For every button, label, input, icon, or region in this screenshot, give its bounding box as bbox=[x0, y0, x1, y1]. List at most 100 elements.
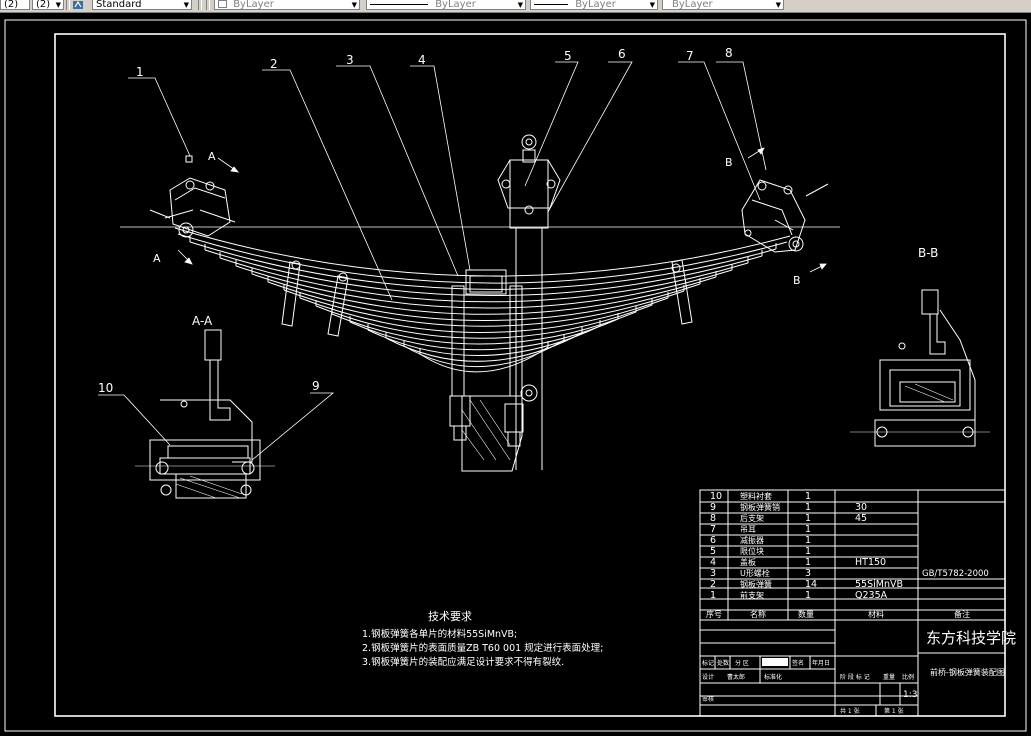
section-bb-view bbox=[850, 289, 990, 447]
toolbar-separator bbox=[206, 0, 210, 10]
part-name: 前支架 bbox=[740, 590, 764, 600]
part-qty: 1 bbox=[805, 535, 811, 546]
part-no: 8 bbox=[710, 513, 716, 524]
balloon-7: 7 bbox=[686, 49, 694, 63]
part-name: 钢板弹簧 bbox=[740, 579, 772, 589]
leaf-spring bbox=[174, 227, 791, 373]
part-qty: 1 bbox=[805, 524, 811, 535]
lineweight-preview bbox=[534, 3, 568, 5]
label-stage: 阶 段 标 记 bbox=[840, 673, 870, 681]
label-ratio: 比例 bbox=[902, 673, 914, 681]
header-qty: 数量 bbox=[798, 609, 814, 619]
part-qty: 1 bbox=[805, 590, 811, 601]
inner-border bbox=[54, 33, 1006, 717]
part-no: 6 bbox=[710, 535, 716, 546]
technical-requirements: 技术要求 1.钢板弹簧各单片的材料55SiMnVB; 2.钢板弹簧片的表面质量Z… bbox=[362, 610, 603, 668]
part-name: 减振器 bbox=[740, 535, 764, 545]
label-sheets-total: 共 1 张 bbox=[840, 707, 860, 715]
linetype-value: ByLayer bbox=[435, 0, 476, 10]
lineweight-value: ByLayer bbox=[575, 0, 616, 10]
section-bb-title: B-B bbox=[918, 246, 938, 260]
part-material: 30 bbox=[855, 502, 867, 513]
part-name: 限位块 bbox=[740, 546, 764, 556]
part-no: 3 bbox=[710, 568, 716, 579]
plotstyle-dropdown[interactable]: ByLayer ▼ bbox=[662, 0, 784, 10]
part-no: 9 bbox=[710, 502, 716, 513]
part-name: 钢板弹簧销 bbox=[740, 502, 780, 512]
header-material: 材料 bbox=[868, 609, 884, 619]
rebound-clips bbox=[281, 259, 693, 337]
front-bracket bbox=[149, 155, 236, 238]
section-b-mark-top: B bbox=[725, 156, 733, 169]
toolbar-separator bbox=[66, 0, 70, 10]
part-name: 盖板 bbox=[740, 557, 756, 567]
header-name: 名称 bbox=[750, 609, 766, 619]
chevron-down-icon: ▼ bbox=[183, 1, 189, 9]
part-no: 1 bbox=[710, 590, 716, 601]
lineweight-dropdown[interactable]: ByLayer ▼ bbox=[530, 0, 658, 10]
part-name: 后支架 bbox=[740, 513, 764, 523]
drawing-canvas[interactable]: 1 2 3 4 5 6 7 8 9 10 A A B B A-A B-B 技术要… bbox=[0, 12, 1031, 736]
balloon-9: 9 bbox=[312, 379, 320, 393]
balloon-8: 8 bbox=[725, 46, 733, 60]
balloon-6: 6 bbox=[618, 47, 626, 61]
label-sign: 签名 bbox=[792, 659, 804, 667]
label-zone: 分 区 bbox=[735, 659, 749, 667]
label-sheet-no: 第 1 张 bbox=[884, 707, 904, 715]
balloon-labels: 1 2 3 4 5 6 7 8 9 10 A A B B A-A B-B bbox=[98, 46, 938, 395]
balloon-4: 4 bbox=[418, 53, 426, 67]
section-a-mark-bottom: A bbox=[153, 252, 161, 265]
section-b-mark-bottom: B bbox=[793, 274, 801, 287]
label-weight: 重量 bbox=[883, 673, 895, 681]
textstyle-value: Standard bbox=[96, 0, 142, 10]
balloon-10: 10 bbox=[98, 381, 113, 395]
header-note: 备注 bbox=[954, 609, 970, 619]
part-no: 2 bbox=[710, 579, 716, 590]
part-name: U形螺栓 bbox=[740, 568, 770, 578]
textstyle-dropdown[interactable]: Standard ▼ bbox=[92, 0, 192, 10]
part-qty: 1 bbox=[805, 513, 811, 524]
title-block bbox=[699, 489, 1006, 717]
balloon-2: 2 bbox=[270, 57, 278, 71]
scale-value: 1:3 bbox=[903, 690, 917, 700]
tech-req-item-2: 2.钢板弹簧片的表面质量ZB T60 001 规定进行表面处理; bbox=[362, 642, 603, 654]
dimstyle-dropdown[interactable]: (2) bbox=[0, 0, 30, 10]
chevron-down-icon: ▼ bbox=[351, 1, 357, 9]
tablestyle-dropdown[interactable]: (2) ▼ bbox=[32, 0, 64, 10]
part-no: 10 bbox=[710, 491, 722, 502]
part-material: 55SiMnVB bbox=[855, 579, 903, 590]
part-note: GB/T5782-2000 bbox=[922, 569, 989, 579]
part-no: 4 bbox=[710, 557, 716, 568]
balloon-3: 3 bbox=[346, 53, 354, 67]
title-block-text: 序号 名称 数量 材料 备注 标记 处数 分 区 签名 年月日 设计 曹太郎 标… bbox=[702, 609, 1016, 715]
tech-req-item-3: 3.钢板弹簧片的装配应满足设计要求不得有裂纹. bbox=[362, 656, 564, 668]
label-date: 年月日 bbox=[812, 659, 830, 667]
label-design: 设计 bbox=[702, 673, 714, 681]
part-qty: 1 bbox=[805, 502, 811, 513]
rear-bracket bbox=[741, 179, 829, 253]
tablestyle-value: (2) bbox=[36, 0, 51, 10]
axle-assembly bbox=[449, 134, 561, 472]
label-count: 处数 bbox=[717, 659, 729, 667]
toolbar-separator bbox=[198, 0, 202, 10]
part-name: 塑料衬套 bbox=[740, 491, 772, 501]
section-aa-view bbox=[135, 329, 275, 499]
part-qty: 1 bbox=[805, 491, 811, 502]
balloon-5: 5 bbox=[564, 49, 572, 63]
part-material: Q235A bbox=[855, 590, 888, 601]
dimstyle-value: (2) bbox=[4, 0, 19, 10]
chevron-down-icon: ▼ bbox=[55, 1, 61, 9]
label-designer: 曹太郎 bbox=[727, 673, 745, 681]
chevron-down-icon: ▼ bbox=[649, 1, 655, 9]
text-style-icon[interactable] bbox=[72, 0, 84, 10]
part-qty: 1 bbox=[805, 557, 811, 568]
color-swatch-icon bbox=[218, 0, 227, 8]
chevron-down-icon: ▼ bbox=[775, 1, 781, 9]
part-material: 45 bbox=[855, 513, 867, 524]
linetype-dropdown[interactable]: ByLayer ▼ bbox=[366, 0, 526, 10]
part-no: 7 bbox=[710, 524, 716, 535]
part-qty: 3 bbox=[805, 568, 811, 579]
linetype-preview bbox=[370, 3, 428, 5]
part-name: 吊耳 bbox=[740, 525, 756, 534]
color-dropdown[interactable]: ByLayer ▼ bbox=[214, 0, 360, 10]
